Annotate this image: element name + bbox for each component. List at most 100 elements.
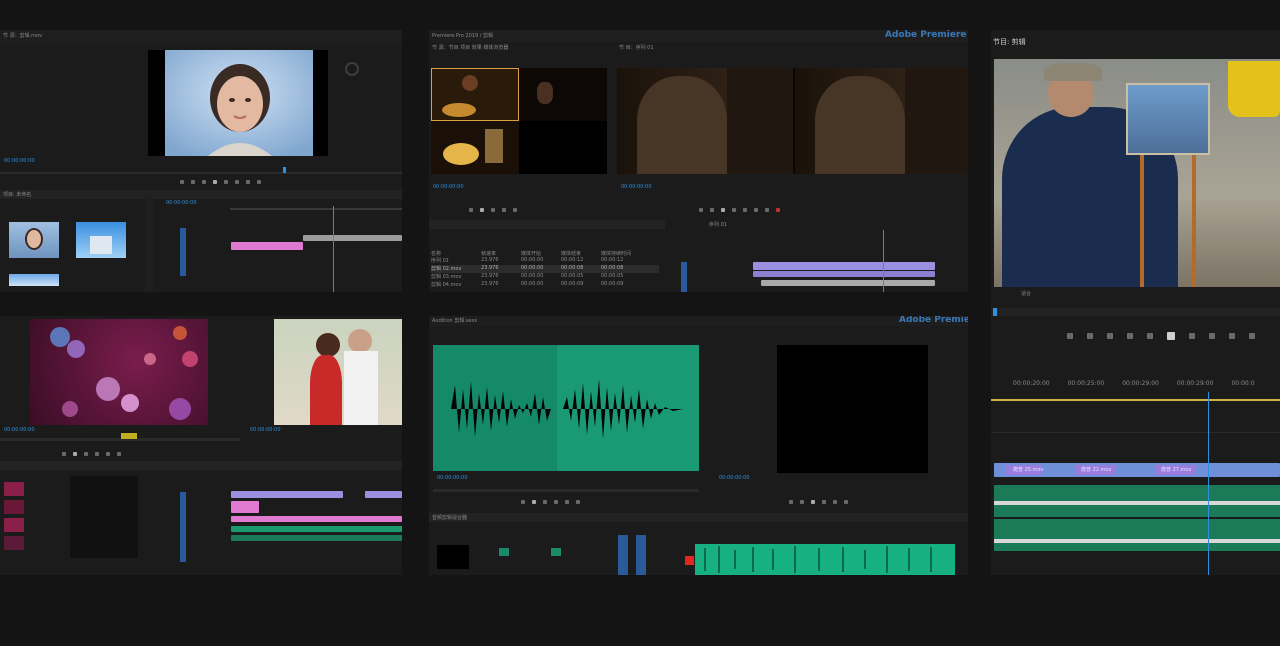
play-icon[interactable] [480,208,484,212]
step-back-icon[interactable] [1147,333,1153,339]
timeline-playhead[interactable] [883,230,884,292]
video-track-target[interactable] [180,228,186,276]
camera-dial-icon[interactable] [345,62,359,76]
timeline-playhead[interactable] [1208,392,1209,575]
out-point-icon[interactable] [1107,333,1113,339]
insert-icon[interactable] [235,180,239,184]
export-frame-icon[interactable] [833,500,837,504]
program-scrubber[interactable] [0,172,402,174]
audio-track-target[interactable] [618,535,628,575]
timeline-clip-pink[interactable] [231,501,259,513]
waveform-editor[interactable] [433,345,699,471]
step-forward-icon[interactable] [491,208,495,212]
play-icon[interactable] [1167,332,1175,340]
overwrite-icon[interactable] [246,180,250,184]
mixer-knob[interactable] [499,548,509,556]
overwrite-icon[interactable] [106,452,110,456]
insert-icon[interactable] [1229,333,1235,339]
list-item[interactable]: 序列 01 23.976 00:00:00 00:00:12 00:00:12 [431,257,659,265]
timeline-clip-green[interactable] [231,526,402,532]
step-back-icon[interactable] [800,500,804,504]
bin-thumb-city[interactable] [76,222,126,258]
audio-track-target[interactable] [636,535,646,575]
timeline-clip-violet[interactable] [753,271,935,277]
camera-icon[interactable] [844,500,848,504]
sequence-tab[interactable]: 序列 01 [709,222,727,228]
export-frame-icon[interactable] [257,180,261,184]
export-frame-icon[interactable] [117,452,121,456]
cam-angle-2[interactable] [519,68,607,121]
record-icon[interactable] [776,208,780,212]
audio-clip-block[interactable] [695,544,955,575]
step-forward-icon[interactable] [543,500,547,504]
list-item[interactable]: 剪辑 02.mov 23.976 00:00:00 00:00:08 00:00:08 [431,265,659,273]
cam-angle-4[interactable] [519,121,607,174]
timeline-clip-violet[interactable] [365,491,402,498]
cam-angle-3[interactable] [431,121,519,174]
fit-dropdown[interactable]: 适合 [1021,291,1031,297]
step-forward-icon[interactable] [224,180,228,184]
bin-thumb-blue[interactable] [9,274,59,286]
playhead-marker[interactable] [993,308,997,316]
play-icon[interactable] [721,208,725,212]
overwrite-icon[interactable] [1249,333,1255,339]
step-forward-icon[interactable] [1189,333,1195,339]
audio-track-1[interactable] [994,485,1280,517]
timeline-clip-grey[interactable] [761,280,935,286]
play-icon[interactable] [73,452,77,456]
editor-scrubber[interactable] [433,489,699,492]
go-to-in-icon[interactable] [1127,333,1133,339]
mixer-tab[interactable]: 音频剪辑混合器 [432,515,467,521]
timeline-playhead[interactable] [333,206,334,292]
marker-icon[interactable] [1067,333,1073,339]
camera-icon[interactable] [765,208,769,212]
gear-icon[interactable] [754,208,758,212]
loop-icon[interactable] [554,500,558,504]
playhead-bar[interactable] [991,308,1280,316]
audio-track-2[interactable] [994,519,1280,551]
in-out-range[interactable] [121,433,137,439]
go-to-out-icon[interactable] [1209,333,1215,339]
marker-icon[interactable] [699,208,703,212]
step-back-icon[interactable] [191,180,195,184]
step-back-icon[interactable] [62,452,66,456]
step-forward-icon[interactable] [732,208,736,212]
scrubber[interactable] [0,438,240,441]
play-icon[interactable] [532,500,536,504]
list-item[interactable]: 剪辑 03.mov 23.976 00:00:00 00:00:05 00:00:05 [431,273,659,281]
overwrite-icon[interactable] [513,208,517,212]
program-tab[interactable]: 节 目：序列 01 [619,45,654,51]
play-icon[interactable] [811,500,815,504]
step-forward-icon[interactable] [84,452,88,456]
timeline-clip-violet[interactable] [753,262,935,270]
bin-tab[interactable]: 项目: 未命名 [3,192,31,198]
work-area-bar[interactable] [991,399,1280,401]
video-track-target[interactable] [681,262,687,292]
bin-thumb-girl[interactable] [9,222,59,258]
timeline-clip-green[interactable] [231,535,402,541]
timeline-clip-violet[interactable] [231,491,343,498]
record-arm-button[interactable] [685,556,694,565]
insert-icon[interactable] [502,208,506,212]
timeline-clip-grey[interactable] [303,235,402,241]
in-point-icon[interactable] [1087,333,1093,339]
export-frame-icon[interactable] [743,208,747,212]
insert-icon[interactable] [95,452,99,456]
video-track-target[interactable] [180,492,186,562]
mixer-knob[interactable] [551,548,561,556]
step-back-icon[interactable] [710,208,714,212]
marker-icon[interactable] [180,180,184,184]
step-forward-icon[interactable] [822,500,826,504]
insert-icon[interactable] [565,500,569,504]
step-back-icon[interactable] [469,208,473,212]
play-icon[interactable] [213,180,217,184]
playhead-marker[interactable] [283,167,286,173]
step-back-icon[interactable] [202,180,206,184]
project-tabs[interactable]: 节 源：节目 项目 效果 媒体浏览器 [432,45,508,51]
timeline-clip-pink[interactable] [231,516,402,522]
step-back-icon[interactable] [521,500,525,504]
list-item[interactable]: 剪辑 04.mov 23.976 00:00:00 00:00:09 00:00:09 [431,281,659,289]
marker-icon[interactable] [789,500,793,504]
timeline-clip-pink[interactable] [231,242,303,250]
cam-angle-1[interactable] [431,68,519,121]
